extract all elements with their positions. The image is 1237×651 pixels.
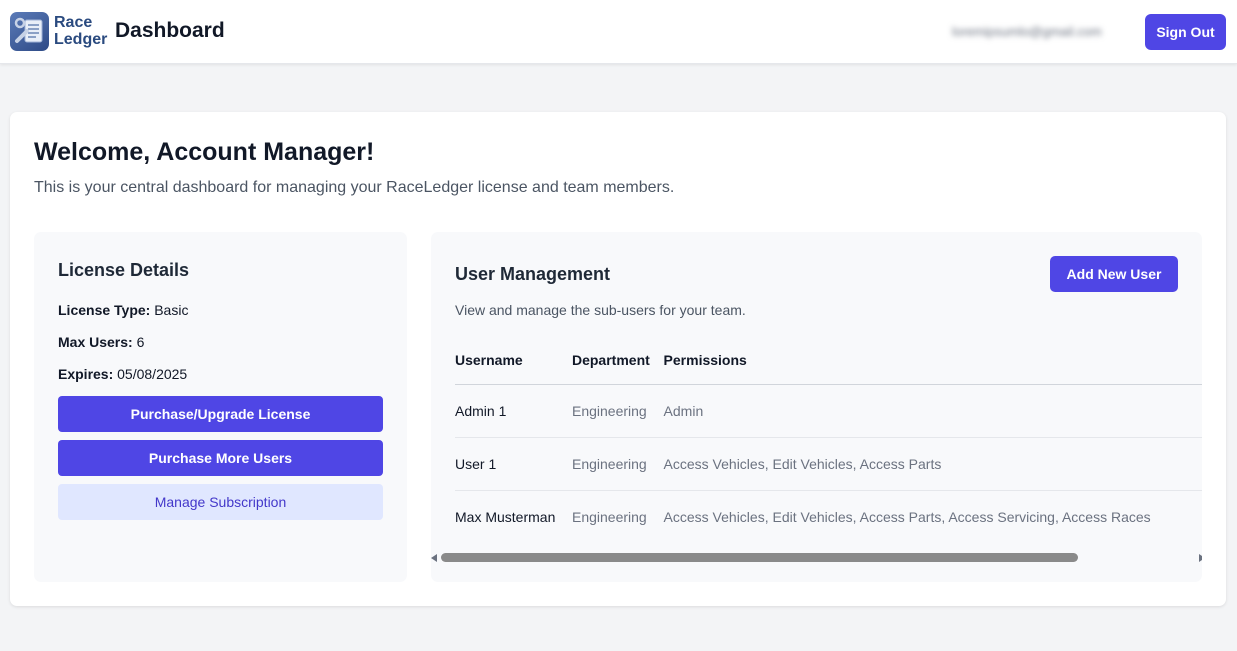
sign-out-button[interactable]: Sign Out (1145, 14, 1226, 50)
expires-label: Expires: (58, 366, 114, 382)
add-new-user-button[interactable]: Add New User (1050, 256, 1178, 292)
cell-permissions: Admin (663, 384, 1202, 438)
column-header-username[interactable]: Username (455, 336, 572, 385)
expires-row: Expires: 05/08/2025 (58, 366, 187, 382)
page-title: Dashboard (115, 19, 225, 42)
table-header-row: Username Department Permissions (455, 336, 1202, 385)
manage-subscription-button[interactable]: Manage Subscription (58, 484, 383, 520)
purchase-more-users-button[interactable]: Purchase More Users (58, 440, 383, 476)
logo-wordmark: Race Ledger (54, 14, 114, 48)
welcome-subtitle: This is your central dashboard for manag… (34, 179, 675, 196)
raceledger-logo-icon[interactable] (10, 12, 49, 51)
license-details-title: License Details (58, 260, 190, 280)
cell-username: Admin 1 (455, 384, 572, 438)
cell-department: Engineering (571, 437, 664, 491)
scrollbar-thumb[interactable] (441, 553, 1078, 562)
license-type-row: License Type: Basic (58, 302, 188, 318)
scroll-right-arrow-icon[interactable] (1199, 554, 1202, 562)
logo-line-1: Race (54, 14, 93, 31)
top-header: Race Ledger Dashboard loremipsumlo@gmail… (0, 0, 1237, 64)
welcome-title: Welcome, Account Manager! (34, 138, 375, 166)
cell-username: Max Musterman (455, 490, 572, 536)
horizontal-scrollbar[interactable] (431, 550, 1202, 566)
user-email: loremipsumlo@gmail.com (952, 24, 1102, 39)
table-row[interactable]: Admin 1 Engineering Admin (455, 384, 1202, 438)
license-details-panel: License Details License Type: Basic Max … (34, 232, 407, 582)
cell-permissions: Access Vehicles, Edit Vehicles, Access P… (663, 437, 1202, 491)
cell-username: User 1 (455, 437, 572, 491)
table-row[interactable]: Max Musterman Engineering Access Vehicle… (455, 490, 1202, 536)
dashboard-card: Welcome, Account Manager! This is your c… (10, 112, 1226, 606)
purchase-upgrade-license-button[interactable]: Purchase/Upgrade License (58, 396, 383, 432)
license-type-label: License Type: (58, 302, 151, 318)
user-management-subtitle: View and manage the sub-users for your t… (455, 302, 746, 318)
column-header-permissions[interactable]: Permissions (663, 336, 1202, 385)
max-users-row: Max Users: 6 (58, 334, 144, 350)
cell-department: Engineering (571, 490, 664, 536)
user-management-title: User Management (455, 264, 611, 284)
max-users-value: 6 (136, 334, 145, 350)
table-row[interactable]: User 1 Engineering Access Vehicles, Edit… (455, 437, 1202, 491)
users-table-container[interactable]: Username Department Permissions Admin 1 … (455, 336, 1202, 536)
expires-value: 05/08/2025 (117, 366, 188, 382)
column-header-department[interactable]: Department (571, 336, 664, 385)
license-type-value: Basic (154, 302, 189, 318)
cell-department: Engineering (571, 384, 664, 438)
cell-permissions: Access Vehicles, Edit Vehicles, Access P… (663, 490, 1202, 536)
logo-line-2: Ledger (54, 31, 108, 48)
max-users-label: Max Users: (58, 334, 133, 350)
scroll-left-arrow-icon[interactable] (431, 554, 437, 562)
user-management-panel: User Management Add New User View and ma… (431, 232, 1202, 582)
users-table: Username Department Permissions Admin 1 … (455, 336, 1202, 536)
